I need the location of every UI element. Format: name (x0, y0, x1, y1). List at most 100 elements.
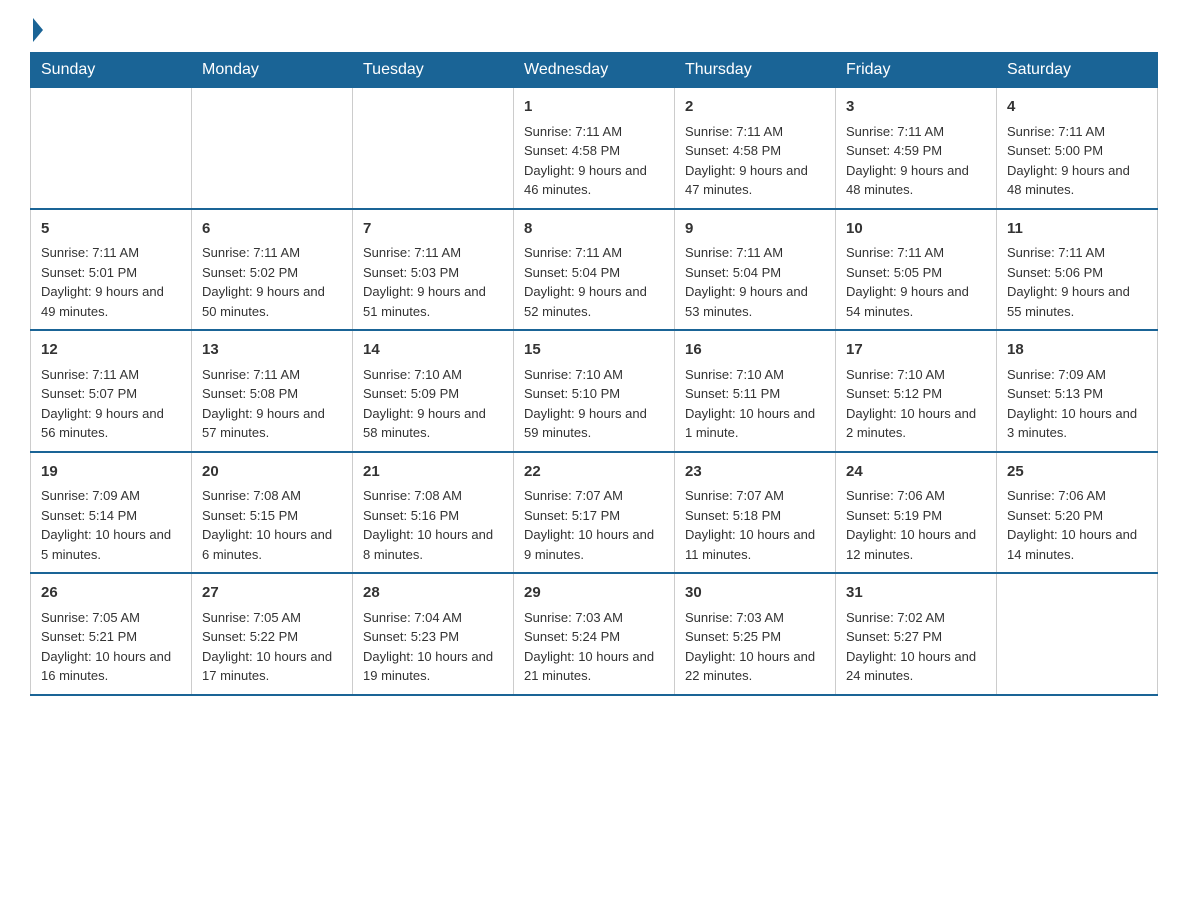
sunrise-text: Sunrise: 7:11 AM (846, 245, 944, 260)
sunset-text: Sunset: 5:02 PM (202, 265, 298, 280)
page-header (30, 20, 1158, 42)
sunset-text: Sunset: 5:19 PM (846, 508, 942, 523)
sunset-text: Sunset: 5:13 PM (1007, 386, 1103, 401)
day-number: 18 (1007, 339, 1147, 362)
sunset-text: Sunset: 5:25 PM (685, 629, 781, 644)
day-number: 29 (524, 582, 664, 605)
daylight-text: Daylight: 10 hours and 14 minutes. (1007, 527, 1137, 562)
daylight-text: Daylight: 9 hours and 58 minutes. (363, 406, 486, 441)
daylight-text: Daylight: 9 hours and 47 minutes. (685, 163, 808, 198)
day-number: 22 (524, 461, 664, 484)
calendar-week-row: 26 Sunrise: 7:05 AM Sunset: 5:21 PM Dayligh… (31, 573, 1158, 695)
sunrise-text: Sunrise: 7:11 AM (202, 245, 300, 260)
day-number: 14 (363, 339, 503, 362)
day-number: 28 (363, 582, 503, 605)
sunset-text: Sunset: 5:16 PM (363, 508, 459, 523)
calendar-cell: 2Sunrise: 7:11 AMSunset: 4:58 PMDaylight… (675, 88, 836, 209)
sunrise-text: Sunrise: 7:11 AM (1007, 124, 1105, 139)
sunrise-text: Sunrise: 7:06 AM (846, 488, 945, 503)
calendar-table: SundayMondayTuesdayWednesdayThursdayFrid… (30, 52, 1158, 696)
sunrise-text: Sunrise: 7:11 AM (202, 367, 300, 382)
sunset-text: Sunset: 5:04 PM (524, 265, 620, 280)
day-number: 13 (202, 339, 342, 362)
sunset-text: Sunset: 5:07 PM (41, 386, 137, 401)
calendar-cell: 11Sunrise: 7:11 AMSunset: 5:06 PMDayligh… (997, 209, 1158, 331)
calendar-cell: 21 Sunrise: 7:08 AM Sunset: 5:16 PM Dayligh… (353, 452, 514, 574)
day-number: 25 (1007, 461, 1147, 484)
sunrise-text: Sunrise: 7:06 AM (1007, 488, 1106, 503)
daylight-text: Daylight: 10 hours and 19 minutes. (363, 649, 493, 684)
daylight-text: Daylight: 10 hours and 16 minutes. (41, 649, 171, 684)
sunset-text: Sunset: 5:00 PM (1007, 143, 1103, 158)
sunset-text: Sunset: 5:09 PM (363, 386, 459, 401)
calendar-cell: 19Sunrise: 7:09 AMSunset: 5:14 PMDayligh… (31, 452, 192, 574)
daylight-text: Daylight: 10 hours and 21 minutes. (524, 649, 654, 684)
sunrise-text: Sunrise: 7:11 AM (41, 245, 139, 260)
sunrise-text: Sunrise: 7:03 AM (524, 610, 623, 625)
sunset-text: Sunset: 5:18 PM (685, 508, 781, 523)
sunset-text: Sunset: 5:01 PM (41, 265, 137, 280)
calendar-cell: 30Sunrise: 7:03 AMSunset: 5:25 PMDayligh… (675, 573, 836, 695)
sunset-text: Sunset: 5:24 PM (524, 629, 620, 644)
daylight-text: Daylight: 9 hours and 46 minutes. (524, 163, 647, 198)
day-header-tuesday: Tuesday (353, 53, 514, 88)
calendar-cell: 9Sunrise: 7:11 AMSunset: 5:04 PMDaylight… (675, 209, 836, 331)
sunset-text: Sunset: 5:15 PM (202, 508, 298, 523)
sunset-text: Sunset: 5:05 PM (846, 265, 942, 280)
day-number: 20 (202, 461, 342, 484)
calendar-cell: 3Sunrise: 7:11 AMSunset: 4:59 PMDaylight… (836, 88, 997, 209)
sunset-text: Sunset: 4:58 PM (685, 143, 781, 158)
daylight-text: Daylight: 9 hours and 52 minutes. (524, 284, 647, 319)
day-number: 2 (685, 96, 825, 119)
daylight-text: Daylight: 9 hours and 55 minutes. (1007, 284, 1130, 319)
sunrise-text: Sunrise: 7:09 AM (1007, 367, 1106, 382)
sunset-text: Sunset: 5:22 PM (202, 629, 298, 644)
day-number: 31 (846, 582, 986, 605)
day-header-saturday: Saturday (997, 53, 1158, 88)
sunset-text: Sunset: 5:27 PM (846, 629, 942, 644)
sunset-text: Sunset: 4:59 PM (846, 143, 942, 158)
day-number: 19 (41, 461, 181, 484)
day-number: 7 (363, 218, 503, 241)
calendar-week-row: 1 Sunrise: 7:11 AM Sunset: 4:58 PM Daylight… (31, 88, 1158, 209)
day-number: 12 (41, 339, 181, 362)
sunrise-text: Sunrise: 7:04 AM (363, 610, 462, 625)
sunrise-text: Sunrise: 7:05 AM (202, 610, 301, 625)
sunrise-text: Sunrise: 7:11 AM (41, 367, 139, 382)
sunset-text: Sunset: 5:04 PM (685, 265, 781, 280)
day-number: 26 (41, 582, 181, 605)
calendar-cell: 14Sunrise: 7:10 AMSunset: 5:09 PMDayligh… (353, 330, 514, 452)
daylight-text: Daylight: 10 hours and 11 minutes. (685, 527, 815, 562)
calendar-cell: 1Sunrise: 7:11 AMSunset: 4:58 PMDaylight… (514, 88, 675, 209)
sunrise-text: Sunrise: 7:09 AM (41, 488, 140, 503)
calendar-cell: 18Sunrise: 7:09 AMSunset: 5:13 PMDayligh… (997, 330, 1158, 452)
daylight-text: Daylight: 10 hours and 8 minutes. (363, 527, 493, 562)
daylight-text: Daylight: 9 hours and 53 minutes. (685, 284, 808, 319)
calendar-cell: 15Sunrise: 7:10 AMSunset: 5:10 PMDayligh… (514, 330, 675, 452)
day-number: 5 (41, 218, 181, 241)
day-number: 1 (524, 96, 664, 119)
daylight-text: Daylight: 9 hours and 48 minutes. (1007, 163, 1130, 198)
sunrise-text: Sunrise: 7:11 AM (524, 245, 622, 260)
calendar-cell: 27Sunrise: 7:05 AMSunset: 5:22 PMDayligh… (192, 573, 353, 695)
daylight-text: Daylight: 10 hours and 12 minutes. (846, 527, 976, 562)
calendar-week-row: 12 Sunrise: 7:11 AM Sunset: 5:07 PM Dayligh… (31, 330, 1158, 452)
sunrise-text: Sunrise: 7:11 AM (1007, 245, 1105, 260)
day-number: 15 (524, 339, 664, 362)
calendar-week-row: 19 Sunrise: 7:09 AM Sunset: 5:14 PM Dayligh… (31, 452, 1158, 574)
daylight-text: Daylight: 9 hours and 56 minutes. (41, 406, 164, 441)
daylight-text: Daylight: 9 hours and 57 minutes. (202, 406, 325, 441)
day-number: 11 (1007, 218, 1147, 241)
sunset-text: Sunset: 5:21 PM (41, 629, 137, 644)
sunrise-text: Sunrise: 7:08 AM (363, 488, 462, 503)
calendar-cell: 8 Sunrise: 7:11 AM Sunset: 5:04 PM Daylight… (514, 209, 675, 331)
sunrise-text: Sunrise: 7:10 AM (846, 367, 945, 382)
day-number: 8 (524, 218, 664, 241)
daylight-text: Daylight: 9 hours and 59 minutes. (524, 406, 647, 441)
sunset-text: Sunset: 5:14 PM (41, 508, 137, 523)
day-number: 21 (363, 461, 503, 484)
sunrise-text: Sunrise: 7:10 AM (685, 367, 784, 382)
daylight-text: Daylight: 9 hours and 49 minutes. (41, 284, 164, 319)
calendar-cell: 10Sunrise: 7:11 AMSunset: 5:05 PMDayligh… (836, 209, 997, 331)
day-number: 23 (685, 461, 825, 484)
